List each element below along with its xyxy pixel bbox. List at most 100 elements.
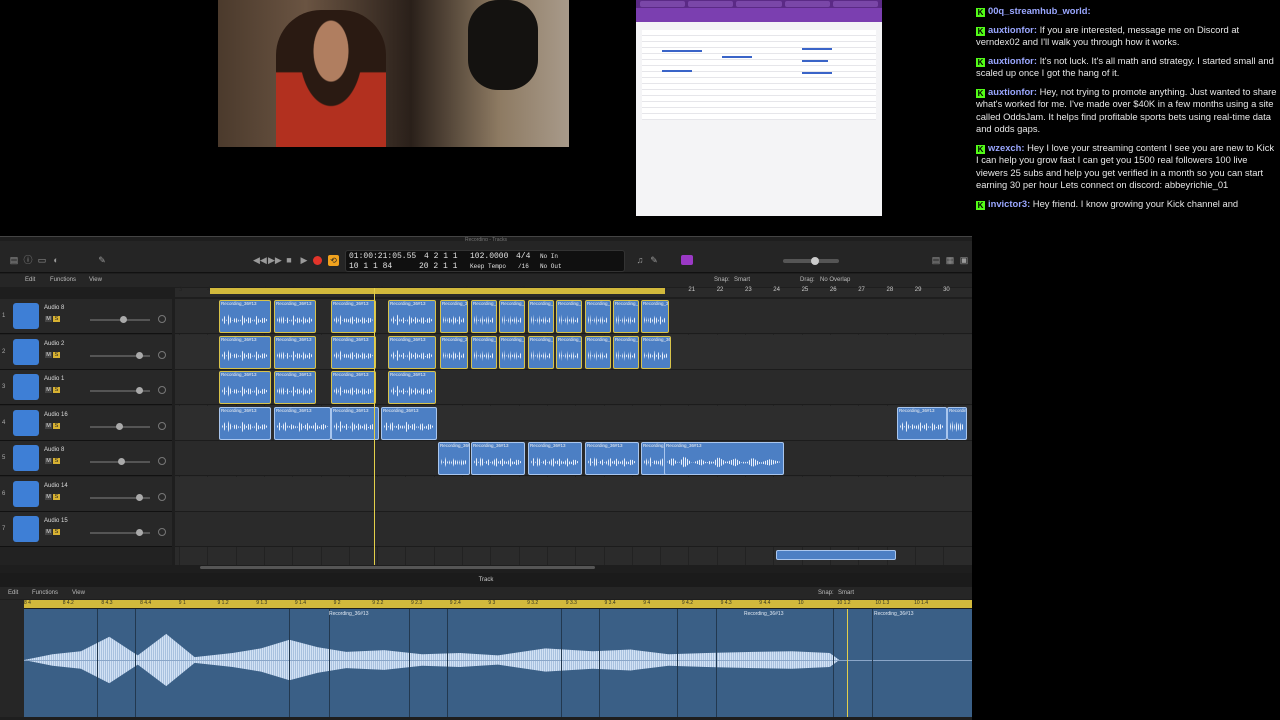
audio-region[interactable]: Recording_36#13 [219, 300, 271, 333]
audio-region[interactable]: Recording_36#13 [528, 335, 554, 369]
audio-region[interactable]: Recording_36#13 [331, 371, 376, 404]
audio-region[interactable]: Recording_36#13 [471, 335, 497, 369]
record-button[interactable] [313, 256, 322, 265]
chat-username[interactable]: invictor3: [988, 198, 1030, 209]
audio-region[interactable]: Recording_36#13 [219, 406, 271, 440]
editor-menu-edit[interactable]: Edit [8, 587, 18, 599]
chat-username[interactable]: auxtionfor: [988, 24, 1037, 35]
audio-region[interactable]: Recording_36#13 [219, 335, 271, 369]
editor-menu-view[interactable]: View [72, 587, 85, 599]
smart-controls-icon[interactable]: ◐ [50, 255, 62, 265]
audio-region[interactable]: Recording_36#13 [388, 335, 436, 369]
audio-region[interactable]: Recording_36#13 [471, 442, 525, 475]
volume-slider[interactable] [90, 493, 150, 501]
mute-button[interactable]: M [45, 458, 52, 464]
browsers-icon[interactable]: ▣ [958, 255, 970, 265]
lcd-display[interactable]: 01:00:21:05.55 10 1 1 84 4 2 1 1 20 2 1 … [345, 250, 625, 272]
solo-button[interactable]: S [53, 387, 60, 393]
solo-button[interactable]: S [53, 493, 60, 500]
audio-region[interactable]: Recording_36#13 [528, 442, 582, 475]
audio-editor-waveform[interactable]: Recording_36#13 Recording_36#13 Recording_… [24, 609, 972, 717]
mute-button[interactable]: M [45, 351, 52, 358]
menu-edit[interactable]: Edit [25, 274, 35, 287]
editor-playhead[interactable] [847, 609, 848, 717]
track-name[interactable]: Audio 8 [44, 305, 64, 311]
volume-knob[interactable] [136, 351, 143, 359]
tuner-icon[interactable]: ♫ [634, 255, 646, 265]
list-editors-icon[interactable]: ▤ [930, 255, 942, 265]
audio-region[interactable]: Recording_36#13 [440, 335, 468, 369]
track-name[interactable]: Audio 14 [44, 483, 68, 489]
mute-button[interactable]: M [45, 493, 52, 500]
mute-button[interactable]: M [45, 529, 52, 535]
audio-region[interactable]: Recording_36#13 [388, 300, 436, 333]
pan-knob[interactable] [158, 350, 166, 359]
solo-button[interactable]: S [53, 316, 60, 322]
chat-username[interactable]: 00q_streamhub_world: [988, 5, 1091, 16]
audio-region[interactable]: Recording_36#13 [274, 406, 331, 440]
edit-icon[interactable]: ✎ [648, 255, 660, 265]
audio-region[interactable]: Recording_36#13 [331, 335, 376, 369]
volume-knob[interactable] [116, 422, 123, 430]
chat-username[interactable]: wzexch: [988, 142, 1024, 153]
track-header[interactable]: 5 Audio 8 MS [0, 441, 172, 476]
arrange-area[interactable]: Recording_36#13 Recording_36#13 Recording_… [175, 299, 972, 565]
audio-region[interactable]: Recording_36#13 [641, 335, 671, 369]
horizontal-scrollbar[interactable] [200, 566, 595, 569]
master-volume-slider[interactable] [783, 257, 839, 265]
audio-region[interactable]: Recording_36#13 [499, 300, 525, 333]
menu-view[interactable]: View [89, 274, 102, 287]
stop-button[interactable]: ■ [283, 255, 295, 265]
pan-knob[interactable] [158, 315, 166, 323]
audio-region[interactable]: Recording_36#13 [585, 442, 639, 475]
inspector-icon[interactable]: ⓘ [22, 255, 34, 265]
volume-slider[interactable] [90, 316, 150, 323]
volume-slider[interactable] [90, 458, 150, 465]
editor-menu-functions[interactable]: Functions [32, 587, 58, 599]
track-header[interactable]: 3 Audio 1 MS [0, 370, 172, 405]
track-header[interactable]: 1 Audio 8 MS [0, 299, 172, 334]
audio-region[interactable]: Recording_36#13 [641, 300, 669, 333]
audio-region[interactable]: Recording_36#13 [585, 300, 611, 333]
audio-region[interactable]: Recording_36#13 [613, 300, 639, 333]
pan-knob[interactable] [158, 386, 166, 394]
library-icon[interactable]: ▤ [8, 255, 20, 265]
volume-knob[interactable] [118, 458, 125, 465]
audio-region[interactable]: Recording_36#13 [528, 300, 554, 333]
audio-region[interactable]: Recording_36#13 [947, 406, 967, 440]
editor-snap-select[interactable]: Smart [838, 587, 854, 599]
cycle-area[interactable] [210, 288, 665, 294]
solo-button[interactable]: S [53, 458, 60, 464]
pan-knob[interactable] [158, 421, 166, 430]
volume-knob[interactable] [120, 316, 127, 323]
track-header[interactable]: 4 Audio 16 M S [0, 405, 172, 441]
audio-region[interactable]: Recording_36#13 [388, 371, 436, 404]
audio-region[interactable]: Recording_36#13 [556, 335, 582, 369]
track-name[interactable]: Audio 2 [44, 341, 64, 347]
solo-button[interactable]: S [53, 529, 60, 535]
forward-button[interactable]: ▶▶ [268, 255, 282, 265]
audio-region[interactable]: Recording_36#13 [556, 300, 582, 333]
audio-region[interactable]: Recording_36#13 [274, 371, 316, 404]
audio-region[interactable]: Recording_36#13 [585, 335, 611, 369]
track-name[interactable]: Audio 1 [44, 376, 64, 382]
volume-slider[interactable] [90, 422, 150, 430]
audio-region[interactable]: Recording_36#13 [219, 371, 271, 404]
audio-region[interactable]: Recording_36#13 [499, 335, 525, 369]
audio-region[interactable]: Recording_36#13 [331, 406, 379, 440]
volume-slider[interactable] [90, 351, 150, 359]
cycle-button[interactable]: ⟲ [328, 255, 339, 266]
pan-knob[interactable] [158, 528, 166, 536]
solo-button[interactable]: S [53, 351, 60, 358]
pan-knob[interactable] [158, 492, 166, 501]
snap-select[interactable]: Smart [734, 274, 750, 287]
play-button[interactable]: ▶ [298, 255, 310, 265]
track-header[interactable]: 2 Audio 2 MS [0, 334, 172, 370]
editors-icon[interactable]: ✎ [96, 255, 108, 265]
count-in-icon[interactable] [681, 255, 693, 265]
audio-region[interactable]: Recording_36#13 [381, 406, 437, 440]
audio-region[interactable]: Recording_36#13 [613, 335, 639, 369]
audio-region[interactable]: Recording_36#13 [664, 442, 784, 475]
volume-slider[interactable] [90, 387, 150, 394]
mute-button[interactable]: M [45, 316, 52, 322]
